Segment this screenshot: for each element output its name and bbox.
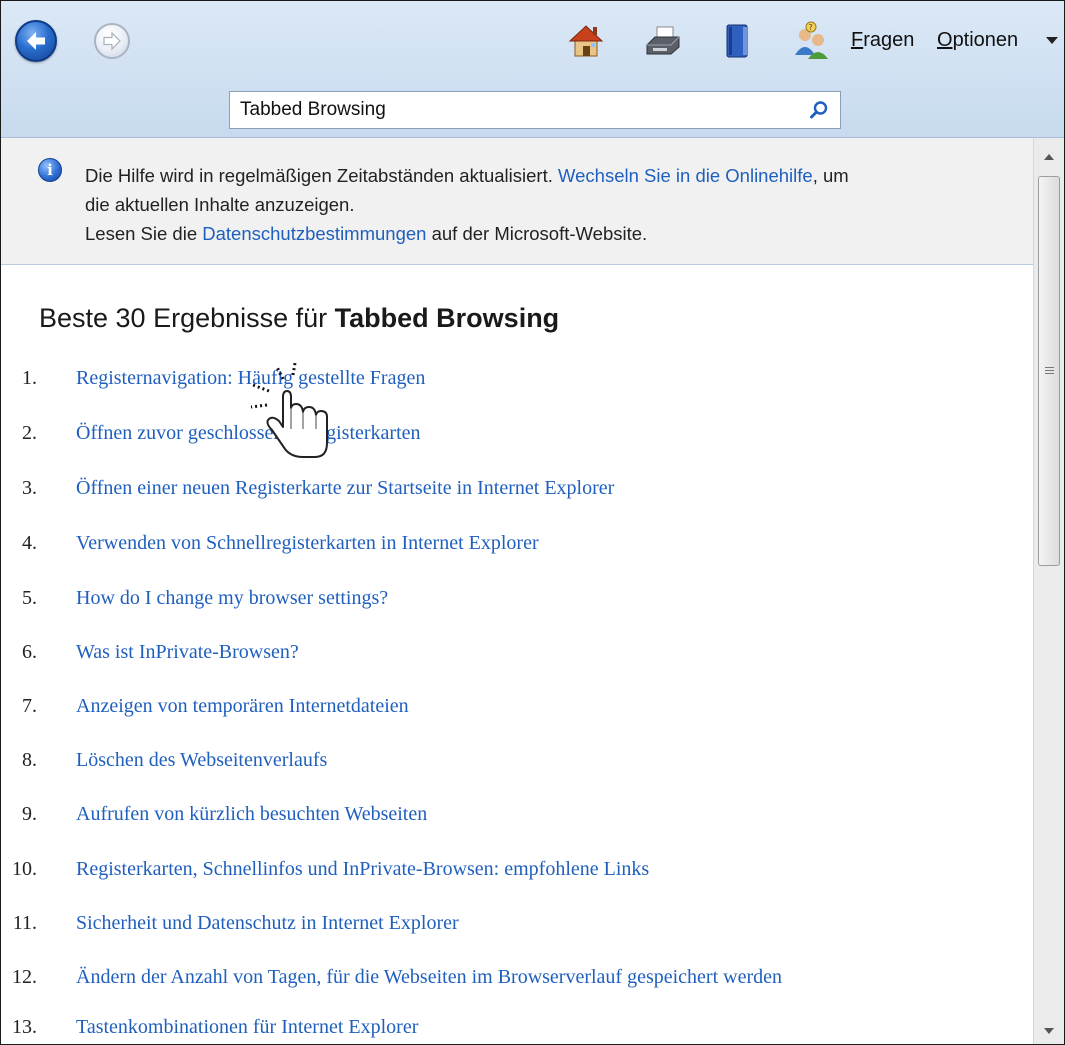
result-link[interactable]: Löschen des Webseitenverlaufs bbox=[76, 749, 327, 772]
back-button[interactable] bbox=[15, 20, 57, 62]
result-link[interactable]: How do I change my browser settings? bbox=[76, 587, 388, 610]
result-number: 13. bbox=[12, 1016, 37, 1038]
info-line-2: die aktuellen Inhalte anzuzeigen. bbox=[85, 194, 355, 215]
result-item: 10. Registerkarten, Schnellinfos und InPr… bbox=[1, 858, 1031, 888]
result-link[interactable]: Öffnen zuvor geschlossener Registerkarte… bbox=[76, 422, 421, 445]
result-item: 4. Verwenden von Schnellregisterkarten in… bbox=[1, 532, 1031, 562]
result-item: 13. Tastenkombinationen für Internet Expl… bbox=[1, 1016, 1031, 1044]
search-box bbox=[229, 91, 841, 129]
online-help-link[interactable]: Wechseln Sie in die Onlinehilfe bbox=[558, 165, 813, 186]
result-item: 9. Aufrufen von kürzlich besuchten Websei… bbox=[1, 803, 1031, 833]
result-number: 7. bbox=[22, 695, 37, 717]
thumb-grip-line bbox=[1045, 367, 1054, 368]
home-icon bbox=[568, 25, 604, 57]
result-item: 8. Löschen des Webseitenverlaufs bbox=[1, 749, 1031, 779]
privacy-link[interactable]: Datenschutzbestimmungen bbox=[202, 223, 426, 244]
result-link[interactable]: Registernavigation: Häufig gestellte Fra… bbox=[76, 367, 425, 390]
browse-help-button[interactable] bbox=[715, 19, 759, 63]
back-arrow-icon bbox=[27, 32, 45, 50]
scrollbar-thumb[interactable] bbox=[1038, 176, 1060, 566]
result-number: 6. bbox=[22, 641, 37, 663]
result-item: 6. Was ist InPrivate-Browsen? bbox=[1, 641, 1031, 671]
result-number: 8. bbox=[22, 749, 37, 771]
scroll-up-arrow-icon[interactable] bbox=[1044, 154, 1054, 160]
info-bar: i Die Hilfe wird in regelmäßigen Zeitabs… bbox=[1, 138, 1033, 265]
toolbar: ? Fragen Optionen bbox=[1, 1, 1064, 138]
result-number: 12. bbox=[12, 966, 37, 988]
result-link[interactable]: Öffnen einer neuen Registerkarte zur Sta… bbox=[76, 477, 614, 500]
result-link[interactable]: Ändern der Anzahl von Tagen, für die Web… bbox=[76, 966, 782, 989]
info-icon: i bbox=[38, 158, 62, 182]
result-number: 10. bbox=[12, 858, 37, 880]
help-window: ? Fragen Optionen i Die Hilfe wird in re… bbox=[0, 0, 1065, 1045]
result-item: 2. Öffnen zuvor geschlossener Registerkar… bbox=[1, 422, 1031, 452]
result-item: 5. How do I change my browser settings? bbox=[1, 587, 1031, 617]
forward-button[interactable] bbox=[94, 23, 130, 59]
thumb-grip-line bbox=[1045, 370, 1054, 371]
vertical-scrollbar[interactable] bbox=[1033, 138, 1064, 1044]
result-link[interactable]: Registerkarten, Schnellinfos und InPriva… bbox=[76, 858, 649, 881]
search-button[interactable] bbox=[806, 97, 832, 123]
result-item: 12. Ändern der Anzahl von Tagen, für die … bbox=[1, 966, 1031, 996]
result-item: 3. Öffnen einer neuen Registerkarte zur S… bbox=[1, 477, 1031, 507]
search-input[interactable] bbox=[230, 92, 790, 128]
result-link[interactable]: Verwenden von Schnellregisterkarten in I… bbox=[76, 532, 539, 555]
result-number: 1. bbox=[22, 367, 37, 389]
browse-help-icon bbox=[726, 24, 748, 58]
forward-arrow-icon bbox=[103, 31, 121, 51]
ask-icon: ? bbox=[795, 21, 828, 59]
fragen-menu[interactable]: Fragen bbox=[851, 29, 914, 52]
optionen-menu[interactable]: Optionen bbox=[937, 29, 1018, 52]
result-item: 7. Anzeigen von temporären Internetdateie… bbox=[1, 695, 1031, 725]
result-link[interactable]: Tastenkombinationen für Internet Explore… bbox=[76, 1016, 418, 1039]
print-icon bbox=[646, 26, 680, 55]
thumb-grip-line bbox=[1045, 373, 1054, 374]
result-number: 3. bbox=[22, 477, 37, 499]
ask-button[interactable]: ? bbox=[789, 19, 833, 63]
results-title: Beste 30 Ergebnisse für Tabbed Browsing bbox=[39, 303, 560, 333]
search-icon bbox=[810, 101, 828, 119]
info-line-1: Die Hilfe wird in regelmäßigen Zeitabstä… bbox=[85, 165, 849, 186]
result-number: 9. bbox=[22, 803, 37, 825]
home-button[interactable] bbox=[564, 19, 608, 63]
results-query: Tabbed Browsing bbox=[334, 303, 560, 333]
result-link[interactable]: Anzeigen von temporären Internetdateien bbox=[76, 695, 409, 718]
print-button[interactable] bbox=[641, 19, 685, 63]
result-number: 11. bbox=[12, 912, 37, 934]
result-link[interactable]: Sicherheit und Datenschutz in Internet E… bbox=[76, 912, 459, 935]
result-item: 11. Sicherheit und Datenschutz in Interne… bbox=[1, 912, 1031, 942]
info-text: Die Hilfe wird in regelmäßigen Zeitabstä… bbox=[85, 161, 1025, 248]
result-item: 1. Registernavigation: Häufig gestellte F… bbox=[1, 367, 1031, 397]
info-line-3: Lesen Sie die Datenschutzbestimmungen au… bbox=[85, 223, 648, 244]
result-number: 5. bbox=[22, 587, 37, 609]
scroll-down-arrow-icon[interactable] bbox=[1044, 1028, 1054, 1034]
svg-text:?: ? bbox=[809, 23, 813, 32]
result-link[interactable]: Aufrufen von kürzlich besuchten Webseite… bbox=[76, 803, 427, 826]
result-link[interactable]: Was ist InPrivate-Browsen? bbox=[76, 641, 299, 664]
chevron-down-icon[interactable] bbox=[1046, 37, 1058, 44]
result-number: 2. bbox=[22, 422, 37, 444]
result-number: 4. bbox=[22, 532, 37, 554]
